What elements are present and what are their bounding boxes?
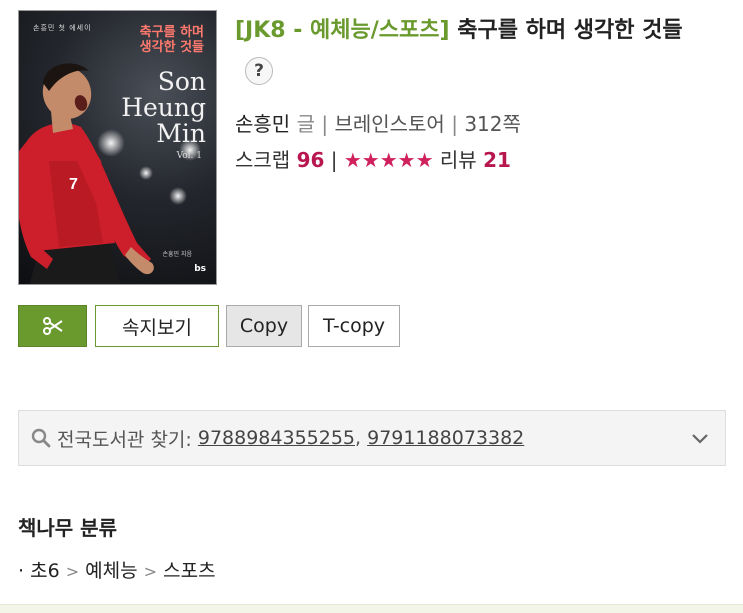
publisher-logo: bs (194, 264, 206, 274)
t-copy-button[interactable]: T-copy (308, 305, 400, 347)
chevron-down-icon[interactable] (689, 427, 711, 454)
copy-button[interactable]: Copy (226, 305, 302, 347)
isbn-link-1[interactable]: 9788984355255 (198, 427, 355, 449)
author-link[interactable]: 손흥민 (235, 112, 290, 136)
book-title[interactable]: [JK8 - 예체능/스포츠] 축구를 하며 생각한 것들 (235, 16, 735, 46)
library-search-label: 전국도서관 찾기: (57, 428, 192, 451)
book-meta: 손흥민 글 | 브레인스토어 | 312쪽 (235, 112, 521, 136)
cover-author: 손흥민 지음 (162, 251, 192, 258)
classification-breadcrumb: · 초6 > 예체능 > 스포츠 (18, 560, 216, 582)
author-role: 글 (296, 112, 315, 136)
publisher-link[interactable]: 브레인스토어 (334, 112, 444, 136)
library-search-bar[interactable]: 전국도서관 찾기: 9788984355255 , 9791188073382 (18, 410, 726, 466)
scissors-icon (42, 317, 63, 335)
book-stats: 스크랩 96 | ★★★★★ 리뷰 21 (235, 148, 511, 172)
scrap-label: 스크랩 (235, 148, 291, 172)
review-count[interactable]: 21 (483, 148, 511, 172)
classification-level-2[interactable]: 예체능 (85, 560, 137, 582)
scrap-count[interactable]: 96 (297, 148, 325, 172)
book-cover-image[interactable]: 손흥민 첫 에세이 축구를 하며 생각한 것들 Son Heung Min Vo… (18, 10, 217, 285)
book-category[interactable]: [JK8 - 예체능/스포츠] (235, 18, 450, 43)
classification-level-3[interactable]: 스포츠 (163, 560, 215, 582)
player-illustration: 7 (19, 63, 154, 284)
scrap-button[interactable] (18, 305, 87, 347)
preview-pages-button[interactable]: 속지보기 (95, 305, 219, 347)
classification-level-1[interactable]: 초6 (30, 560, 60, 582)
footer-divider (0, 604, 743, 613)
jersey-number: 7 (69, 176, 78, 193)
help-button[interactable]: ? (245, 57, 273, 85)
book-title-text[interactable]: 축구를 하며 생각한 것들 (457, 18, 682, 43)
search-icon (31, 428, 51, 448)
rating-stars: ★★★★★ (343, 148, 434, 172)
page-count: 312쪽 (464, 112, 521, 136)
isbn-link-2[interactable]: 9791188073382 (367, 427, 524, 449)
question-mark-icon: ? (254, 61, 264, 81)
classification-heading: 책나무 분류 (18, 516, 117, 540)
review-label: 리뷰 (439, 148, 477, 172)
